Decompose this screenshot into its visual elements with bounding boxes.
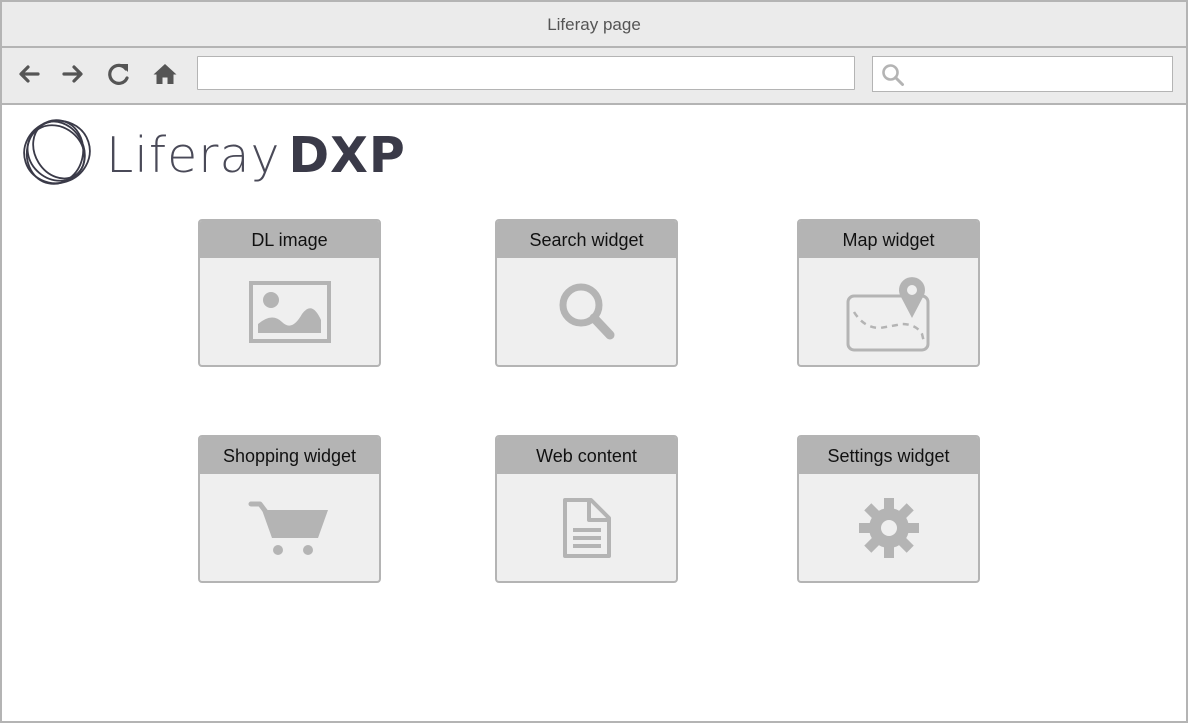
widget-body — [200, 258, 379, 365]
widget-dl-image[interactable]: DL image — [198, 219, 381, 367]
widget-title: DL image — [200, 221, 379, 258]
document-icon — [562, 497, 611, 558]
address-bar[interactable] — [197, 56, 855, 90]
search-icon — [559, 283, 614, 339]
image-icon — [248, 280, 331, 343]
browser-toolbar — [2, 48, 1186, 105]
widget-title: Web content — [497, 437, 676, 474]
widget-body — [497, 474, 676, 581]
widget-body — [799, 474, 978, 581]
browser-window: Liferay page Liferay DXP DL image Search… — [0, 0, 1188, 723]
gear-icon — [858, 497, 919, 558]
window-title: Liferay page — [2, 2, 1186, 48]
logo-text-dxp: DXP — [288, 127, 406, 184]
widget-settings[interactable]: Settings widget — [797, 435, 980, 583]
widget-title: Search widget — [497, 221, 676, 258]
widget-web-content[interactable]: Web content — [495, 435, 678, 583]
liferay-logo: Liferay DXP — [20, 114, 405, 194]
widget-title: Settings widget — [799, 437, 978, 474]
home-icon[interactable] — [152, 61, 178, 87]
widget-title: Map widget — [799, 221, 978, 258]
search-box[interactable] — [872, 56, 1173, 93]
widget-body — [497, 258, 676, 365]
liferay-logo-mark-icon — [23, 119, 91, 185]
shopping-cart-icon — [248, 501, 328, 555]
widget-map[interactable]: Map widget — [797, 219, 980, 367]
logo-text-liferay: Liferay — [106, 127, 281, 184]
map-icon — [846, 276, 929, 351]
widget-body — [799, 258, 978, 365]
search-input[interactable] — [909, 57, 1171, 93]
widget-body — [200, 474, 379, 581]
search-icon — [882, 64, 904, 86]
widget-shopping[interactable]: Shopping widget — [198, 435, 381, 583]
logo-wordmark: Liferay DXP — [106, 128, 406, 184]
reload-icon[interactable] — [106, 61, 132, 87]
arrow-right-icon[interactable] — [60, 61, 86, 87]
widget-title: Shopping widget — [200, 437, 379, 474]
widget-search[interactable]: Search widget — [495, 219, 678, 367]
arrow-left-icon[interactable] — [16, 61, 42, 87]
